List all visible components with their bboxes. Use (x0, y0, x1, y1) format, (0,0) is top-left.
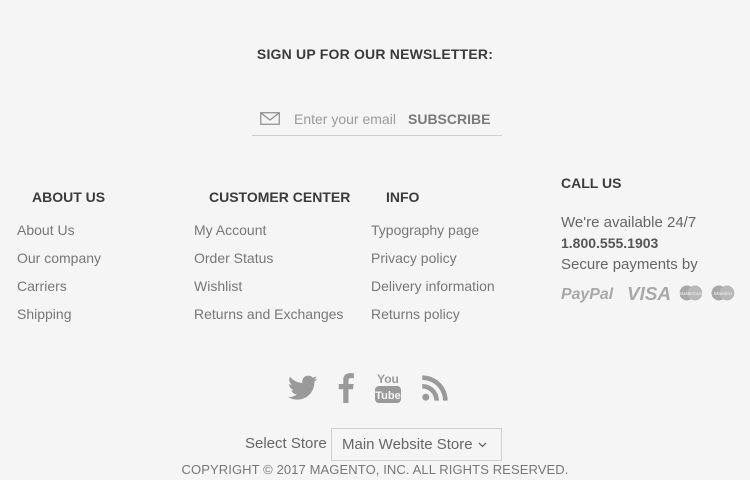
customer-center-links: My Account Order Status Wishlist Returns… (194, 222, 343, 334)
shipping-link[interactable]: Shipping (17, 306, 72, 322)
typography-page-link[interactable]: Typography page (371, 222, 479, 238)
info-links: Typography page Privacy policy Delivery … (371, 222, 495, 334)
privacy-policy-link[interactable]: Privacy policy (371, 250, 457, 266)
maestro-logo: Maestro (711, 285, 735, 301)
svg-text:MasterCard: MasterCard (680, 291, 704, 296)
list-item: Returns policy (371, 306, 495, 334)
list-item: About Us (17, 222, 101, 250)
secure-payments-text: Secure payments by (561, 256, 698, 273)
youtube-icon: You Tube (375, 372, 401, 403)
svg-text:You: You (377, 372, 399, 386)
store-select-value: Main Website Store (342, 436, 473, 453)
svg-text:PayPal: PayPal (561, 286, 614, 303)
phone-number: 1.800.555.1903 (561, 235, 659, 251)
svg-text:Maestro: Maestro (714, 291, 732, 297)
carriers-link[interactable]: Carriers (17, 278, 67, 294)
mastercard-logo: MasterCard (680, 285, 704, 301)
order-status-link[interactable]: Order Status (194, 250, 273, 266)
our-company-link[interactable]: Our company (17, 250, 101, 266)
payment-logos: PayPal VISA MasterCard Maestro (561, 282, 736, 304)
list-item: Typography page (371, 222, 495, 250)
svg-text:Tube: Tube (375, 390, 400, 402)
list-item: Shipping (17, 306, 101, 334)
availability-text: We're available 24/7 (561, 214, 697, 231)
envelope-icon (260, 112, 282, 126)
rss-icon (422, 375, 448, 401)
subscribe-button[interactable]: SUBSCRIBE (408, 111, 490, 127)
about-us-link[interactable]: About Us (17, 222, 75, 238)
my-account-link[interactable]: My Account (194, 222, 266, 238)
list-item: Order Status (194, 250, 343, 278)
social-links: You Tube (288, 370, 448, 406)
list-item: Our company (17, 250, 101, 278)
select-store-label: Select Store (245, 435, 327, 452)
youtube-link[interactable]: You Tube (374, 372, 402, 404)
returns-exchanges-link[interactable]: Returns and Exchanges (194, 306, 343, 322)
list-item: Delivery information (371, 278, 495, 306)
newsletter-email-input[interactable] (294, 110, 404, 127)
list-item: My Account (194, 222, 343, 250)
twitter-icon (288, 375, 318, 400)
facebook-link[interactable] (338, 373, 354, 403)
list-item: Carriers (17, 278, 101, 306)
newsletter-title: SIGN UP FOR OUR NEWSLETTER: (256, 46, 494, 62)
rss-link[interactable] (422, 375, 448, 401)
list-item: Returns and Exchanges (194, 306, 343, 334)
svg-text:VISA: VISA (627, 283, 671, 303)
twitter-link[interactable] (288, 375, 318, 401)
visa-logo: VISA (627, 283, 671, 303)
copyright-text: COPYRIGHT © 2017 MAGENTO, INC. ALL RIGHT… (181, 462, 569, 477)
call-us-title: CALL US (561, 175, 622, 191)
store-select[interactable]: Main Website Store (331, 428, 502, 461)
list-item: Privacy policy (371, 250, 495, 278)
newsletter-form: SUBSCRIBE (252, 102, 502, 136)
delivery-information-link[interactable]: Delivery information (371, 278, 495, 294)
about-us-links: About Us Our company Carriers Shipping (17, 222, 101, 334)
wishlist-link[interactable]: Wishlist (194, 278, 242, 294)
paypal-logo: PayPal (561, 286, 614, 303)
about-us-title: ABOUT US (32, 189, 106, 205)
customer-center-title: CUSTOMER CENTER (209, 189, 351, 205)
chevron-down-icon (478, 439, 487, 451)
facebook-icon (338, 373, 354, 403)
info-title: INFO (386, 189, 420, 205)
returns-policy-link[interactable]: Returns policy (371, 306, 460, 322)
list-item: Wishlist (194, 278, 343, 306)
